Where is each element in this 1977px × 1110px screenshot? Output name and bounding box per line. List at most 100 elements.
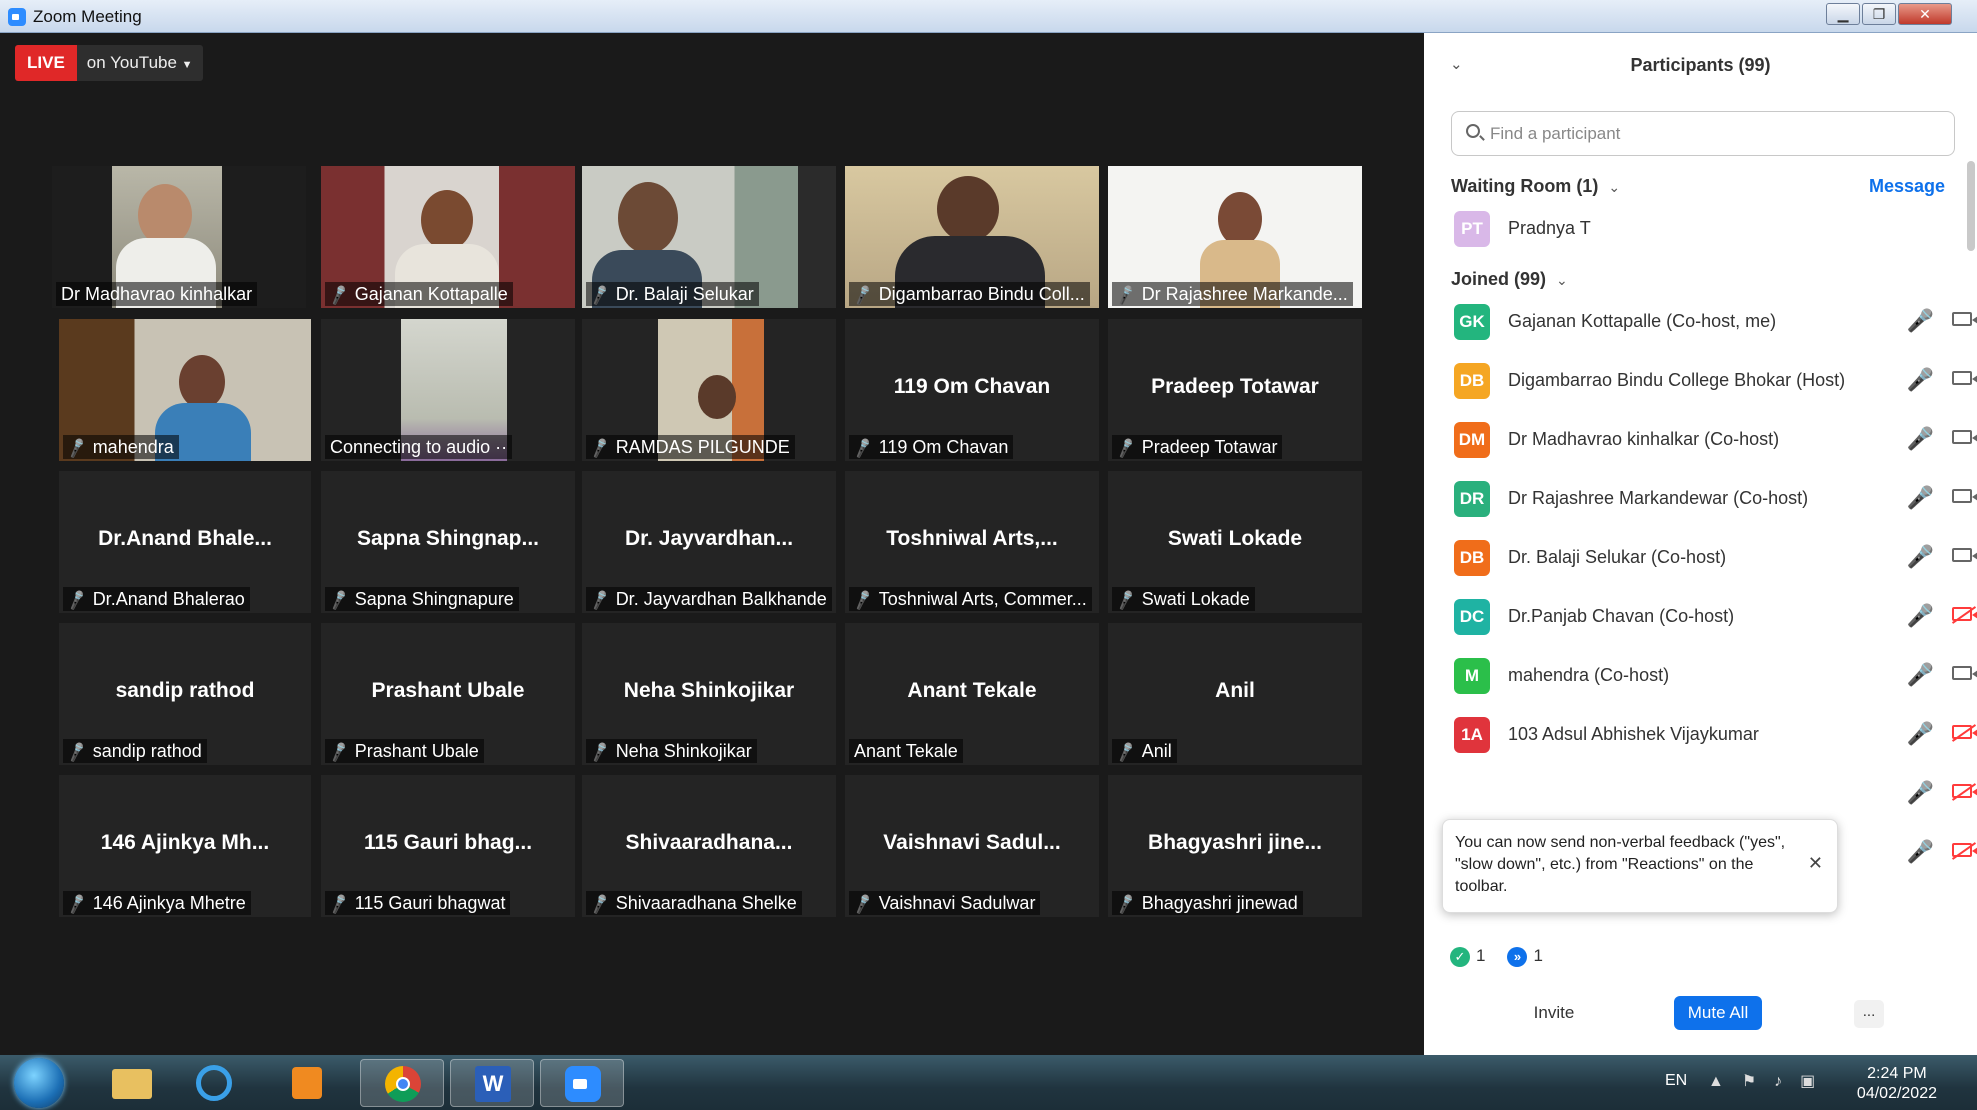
video-off-icon[interactable] <box>1952 607 1977 621</box>
participant-name: Dr. Balaji Selukar <box>615 284 754 304</box>
start-button-icon[interactable] <box>14 1058 64 1108</box>
video-tile[interactable]: Prashant Ubale 🎤 Prashant Ubale <box>321 623 575 765</box>
video-tile[interactable]: 🎤 mahendra <box>59 319 311 461</box>
yes-count: 1 <box>1476 946 1486 965</box>
internet-explorer-icon[interactable] <box>178 1059 250 1107</box>
video-gallery: LIVE on YouTube ▼ Dr Madhavrao kinhalkar… <box>4 33 1424 1055</box>
invite-button[interactable]: Invite <box>1510 996 1598 1030</box>
video-tile[interactable]: Sapna Shingnap... 🎤 Sapna Shingnapure <box>321 471 575 613</box>
muted-mic-icon[interactable]: 🎤 <box>1907 485 1934 511</box>
go-faster-count: 1 <box>1533 946 1543 965</box>
participants-title: Participants (99) <box>1630 55 1771 75</box>
participant-row[interactable]: 🎤 <box>1454 774 1977 814</box>
message-waiting-room-link[interactable]: Message <box>1869 176 1945 197</box>
video-camera-icon[interactable] <box>1952 548 1977 562</box>
video-tile[interactable]: Anil 🎤 Anil <box>1108 623 1362 765</box>
muted-mic-icon[interactable]: 🎤 <box>1907 839 1934 865</box>
video-tile[interactable]: 146 Ajinkya Mh... 🎤 146 Ajinkya Mhetre <box>59 775 311 917</box>
video-tile[interactable]: Swati Lokade 🎤 Swati Lokade <box>1108 471 1362 613</box>
video-camera-icon[interactable] <box>1952 430 1977 444</box>
video-tile[interactable]: Vaishnavi Sadul... 🎤 Vaishnavi Sadulwar <box>845 775 1099 917</box>
video-tile[interactable]: 🎤 Dr. Balaji Selukar <box>582 166 836 308</box>
participant-name: sandip rathod <box>92 741 202 761</box>
video-tile[interactable]: 🎤 Gajanan Kottapalle <box>321 166 575 308</box>
word-icon[interactable]: W <box>450 1059 534 1107</box>
video-off-icon[interactable] <box>1952 725 1977 739</box>
participant-name: Anil <box>1141 741 1172 761</box>
video-camera-icon[interactable] <box>1952 312 1977 326</box>
close-button[interactable]: ✕ <box>1898 3 1952 25</box>
participant-row[interactable]: DR Dr Rajashree Markandewar (Co-host) 🎤 <box>1454 479 1977 519</box>
joined-header[interactable]: Joined (99) ⌄ <box>1451 269 1568 290</box>
video-tile[interactable]: 🎤 RAMDAS PILGUNDE <box>582 319 836 461</box>
close-icon[interactable]: ✕ <box>1808 852 1823 874</box>
participant-name: Anant Tekale <box>854 741 958 761</box>
video-tile[interactable]: 115 Gauri bhag... 🎤 115 Gauri bhagwat <box>321 775 575 917</box>
participant-name: Swati Lokade <box>1141 589 1250 609</box>
participant-display-name: Prashant Ubale <box>371 679 525 702</box>
muted-mic-icon[interactable]: 🎤 <box>1907 544 1934 570</box>
media-player-icon[interactable] <box>270 1059 342 1107</box>
muted-mic-icon: 🎤 <box>327 589 351 611</box>
participant-name: RAMDAS PILGUNDE <box>615 437 790 457</box>
muted-mic-icon[interactable]: 🎤 <box>1907 308 1934 334</box>
video-tile[interactable]: Connecting to audio ·· <box>321 319 575 461</box>
video-off-icon[interactable] <box>1952 784 1977 798</box>
system-tray-icons[interactable]: ▲⚑♪▣ <box>1708 1071 1833 1091</box>
participant-display-name: Shivaaradhana... <box>625 831 793 854</box>
participant-search-input[interactable]: Find a participant <box>1451 111 1955 156</box>
video-tile[interactable]: 🎤 Digambarrao Bindu Coll... <box>845 166 1099 308</box>
video-tile[interactable]: Neha Shinkojikar 🎤 Neha Shinkojikar <box>582 623 836 765</box>
participant-row[interactable]: DM Dr Madhavrao kinhalkar (Co-host) 🎤 <box>1454 420 1977 460</box>
panel-scrollbar[interactable] <box>1967 161 1975 251</box>
video-tile[interactable]: Bhagyashri jine... 🎤 Bhagyashri jinewad <box>1108 775 1362 917</box>
participant-row[interactable]: GK Gajanan Kottapalle (Co-host, me) 🎤 <box>1454 302 1977 342</box>
video-off-icon[interactable] <box>1952 843 1977 857</box>
avatar: DC <box>1454 599 1490 635</box>
video-tile[interactable]: Dr.Anand Bhale... 🎤 Dr.Anand Bhalerao <box>59 471 311 613</box>
muted-mic-icon[interactable]: 🎤 <box>1907 662 1934 688</box>
live-streaming-badge[interactable]: LIVE on YouTube ▼ <box>15 45 203 81</box>
more-options-button[interactable]: ... <box>1854 1000 1884 1028</box>
participant-name: Pradeep Totawar <box>1141 437 1278 457</box>
participant-row[interactable]: 1A 103 Adsul Abhishek Vijaykumar 🎤 <box>1454 715 1977 755</box>
video-camera-icon[interactable] <box>1952 666 1977 680</box>
clock[interactable]: 2:24 PM 04/02/2022 <box>1857 1064 1937 1104</box>
video-tile[interactable]: Anant Tekale Anant Tekale <box>845 623 1099 765</box>
video-tile[interactable]: Dr. Jayvardhan... 🎤 Dr. Jayvardhan Balkha… <box>582 471 836 613</box>
mute-all-button[interactable]: Mute All <box>1674 996 1762 1030</box>
participant-display-name: Toshniwal Arts,... <box>886 527 1058 550</box>
participant-row[interactable]: DB Dr. Balaji Selukar (Co-host) 🎤 <box>1454 538 1977 578</box>
video-tile[interactable]: sandip rathod 🎤 sandip rathod <box>59 623 311 765</box>
video-tile[interactable]: Pradeep Totawar 🎤 Pradeep Totawar <box>1108 319 1362 461</box>
zoom-taskbar-icon[interactable] <box>540 1059 624 1107</box>
video-camera-icon[interactable] <box>1952 371 1977 385</box>
muted-mic-icon[interactable]: 🎤 <box>1907 367 1934 393</box>
participant-row[interactable]: M mahendra (Co-host) 🎤 <box>1454 656 1977 696</box>
muted-mic-icon[interactable]: 🎤 <box>1907 603 1934 629</box>
participant-row[interactable]: DB Digambarrao Bindu College Bhokar (Hos… <box>1454 361 1977 401</box>
video-tile[interactable]: Shivaaradhana... 🎤 Shivaaradhana Shelke <box>582 775 836 917</box>
maximize-button[interactable]: ❐ <box>1862 3 1896 25</box>
minimize-button[interactable]: ▁ <box>1826 3 1860 25</box>
go-faster-icon: » <box>1507 946 1528 967</box>
mic-icon[interactable]: 🎤 <box>1907 426 1934 452</box>
waiting-room-header[interactable]: Waiting Room (1) ⌄ <box>1451 176 1620 197</box>
clock-date: 04/02/2022 <box>1856 1085 1937 1102</box>
muted-mic-icon[interactable]: 🎤 <box>1907 721 1934 747</box>
file-explorer-icon[interactable] <box>96 1059 168 1107</box>
chrome-icon[interactable] <box>360 1059 444 1107</box>
participant-display-name: 146 Ajinkya Mh... <box>100 831 270 854</box>
video-tile[interactable]: 🎤 Dr Rajashree Markande... <box>1108 166 1362 308</box>
participant-display-name: Swati Lokade <box>1167 527 1303 550</box>
muted-mic-icon[interactable]: 🎤 <box>1907 780 1934 806</box>
language-indicator[interactable]: EN <box>1665 1072 1687 1090</box>
video-tile[interactable]: Toshniwal Arts,... 🎤 Toshniwal Arts, Comm… <box>845 471 1099 613</box>
avatar: GK <box>1454 304 1490 340</box>
waiting-participant-row[interactable]: PT Pradnya T <box>1454 209 1954 249</box>
video-tile[interactable]: 119 Om Chavan 🎤 119 Om Chavan <box>845 319 1099 461</box>
avatar: DB <box>1454 540 1490 576</box>
video-camera-icon[interactable] <box>1952 489 1977 503</box>
video-tile[interactable]: Dr Madhavrao kinhalkar <box>52 166 306 308</box>
participant-row[interactable]: DC Dr.Panjab Chavan (Co-host) 🎤 <box>1454 597 1977 637</box>
